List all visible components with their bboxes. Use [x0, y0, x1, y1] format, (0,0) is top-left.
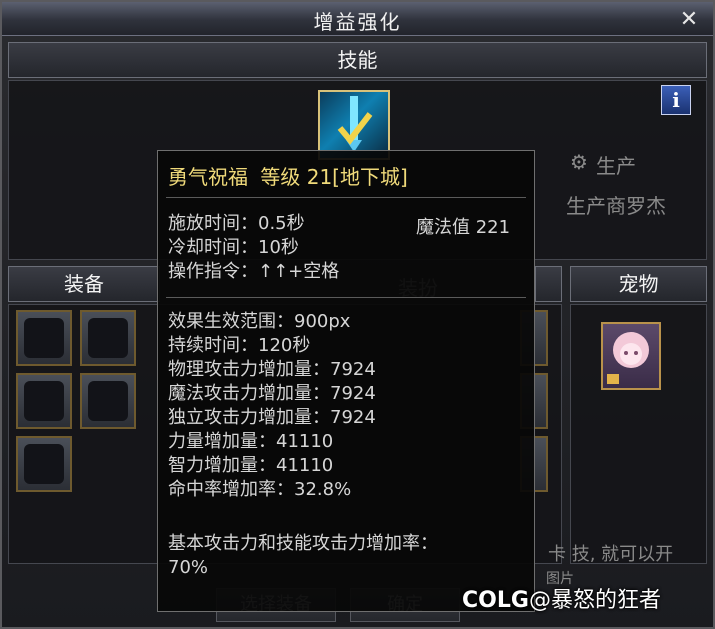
command: 操作指令：↑↑+空格 [168, 261, 340, 282]
window-title: 增益强化 [313, 10, 402, 34]
background-hint-text: 卡 技, 就可以开 [548, 544, 674, 565]
tooltip-divider [166, 197, 526, 198]
producer-label: 生产商罗杰 [566, 194, 666, 218]
base-attack-bonus-value: 70% [168, 557, 209, 578]
production-gear-icon: ⚙ [570, 150, 588, 174]
equip-slot-coat[interactable] [16, 310, 72, 366]
cooldown: 冷却时间：10秒 [168, 237, 299, 258]
sword-icon [337, 96, 373, 152]
magic-attack-bonus: 魔法攻击力增加量：7924 [168, 383, 376, 404]
watermark-author: @暴怒的狂者 [528, 588, 661, 613]
info-button[interactable]: i [661, 85, 691, 115]
title-bar[interactable]: 增益强化 ✕ [2, 2, 713, 36]
equip-slot-shoulder[interactable] [80, 310, 136, 366]
production-label: 生产 [596, 154, 636, 178]
equip-slot-pants[interactable] [16, 373, 72, 429]
watermark: COLG@暴怒的狂者 [462, 582, 661, 614]
effect-range: 效果生效范围：900px [168, 311, 351, 332]
physical-attack-bonus: 物理攻击力增加量：7924 [168, 359, 376, 380]
strength-bonus: 力量增加量：41110 [168, 431, 334, 452]
mp-cost: 魔法值 221 [416, 217, 511, 238]
colg-logo: COLG [462, 588, 529, 613]
pet-portrait-icon [607, 332, 649, 384]
equipment-section-header: 装备 [8, 266, 160, 302]
pet-section-header: 宠物 [570, 266, 707, 302]
skill-level: 等级 21 [260, 165, 333, 189]
duration: 持续时间：120秒 [168, 335, 311, 356]
skill-name: 勇气祝福 [168, 165, 248, 189]
equip-slot-shoes[interactable] [16, 436, 72, 492]
tooltip-divider-2 [166, 297, 526, 298]
costume-header-edge [535, 266, 562, 302]
independent-attack-bonus: 独立攻击力增加量：7924 [168, 407, 376, 428]
skill-section-header: 技能 [8, 42, 707, 78]
equip-slot-belt[interactable] [80, 373, 136, 429]
skill-area: [地下城] [332, 165, 408, 189]
intelligence-bonus: 智力增加量：41110 [168, 455, 334, 476]
skill-tooltip: 勇气祝福 等级 21[地下城] 施放时间：0.5秒 魔法值 221 冷却时间：1… [157, 150, 535, 612]
cast-time: 施放时间：0.5秒 [168, 213, 305, 234]
close-button[interactable]: ✕ [678, 9, 700, 31]
hit-rate-bonus: 命中率增加率：32.8% [168, 479, 352, 500]
base-attack-bonus-label: 基本攻击力和技能攻击力增加率： [168, 533, 438, 554]
pet-slot[interactable] [601, 322, 661, 390]
tooltip-title: 勇气祝福 等级 21[地下城] [168, 161, 408, 190]
